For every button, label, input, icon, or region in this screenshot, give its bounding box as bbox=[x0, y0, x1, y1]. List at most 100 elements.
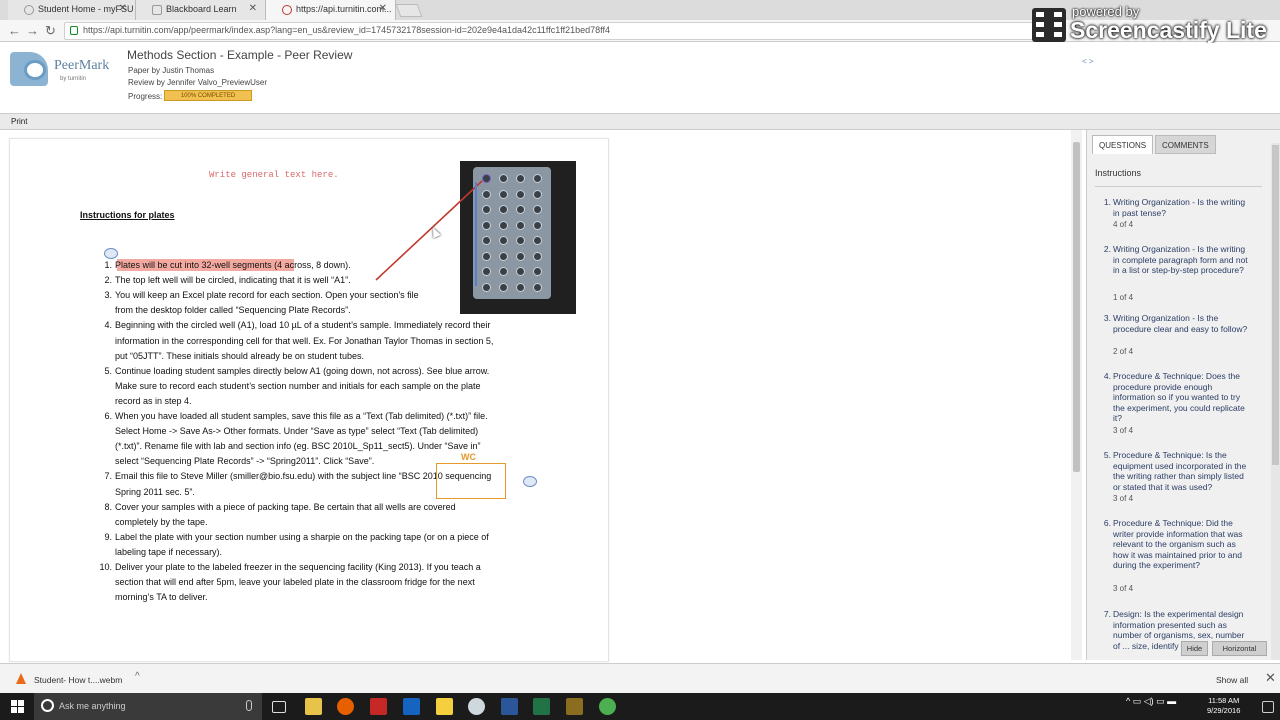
list-text: When you have loaded all student samples… bbox=[115, 411, 488, 421]
chevron-up-icon[interactable]: ^ bbox=[135, 671, 140, 682]
turnitin-byline: by turnitin bbox=[60, 76, 87, 82]
app-icon[interactable] bbox=[468, 698, 485, 715]
app-icon[interactable] bbox=[566, 698, 583, 715]
question-text: Writing Organization - Is the writing in… bbox=[1113, 197, 1246, 218]
turnitin-icon bbox=[282, 5, 292, 15]
tab-comments[interactable]: COMMENTS bbox=[1155, 135, 1216, 154]
show-all-link[interactable]: Show all bbox=[1216, 675, 1248, 685]
list-number: 3. bbox=[104, 290, 112, 301]
close-tab-icon[interactable]: ✕ bbox=[379, 3, 387, 14]
well bbox=[533, 236, 542, 245]
list-text: Label the plate with your section number… bbox=[115, 531, 489, 542]
close-icon[interactable]: ✕ bbox=[1265, 670, 1276, 686]
wc-annotation-box[interactable] bbox=[436, 463, 506, 499]
tab-turnitin[interactable]: https://api.turnitin.com... ✕ bbox=[266, 0, 396, 20]
downloads-bar: Student- How t....webm ^ Show all ✕ bbox=[0, 663, 1280, 693]
well bbox=[516, 220, 525, 230]
close-tab-icon[interactable]: ✕ bbox=[119, 3, 127, 14]
general-comment[interactable]: Write general text here. bbox=[209, 170, 339, 180]
well bbox=[533, 189, 542, 199]
download-item[interactable]: Student- How t....webm bbox=[34, 675, 122, 685]
excel-icon[interactable] bbox=[533, 698, 550, 715]
list-text: from the desktop folder called “Sequenci… bbox=[115, 305, 351, 316]
peermark-logo-mark bbox=[24, 60, 46, 80]
print-bar: Print bbox=[0, 113, 1280, 130]
globe-icon bbox=[24, 5, 34, 15]
outlook-icon[interactable] bbox=[403, 698, 420, 715]
wc-label: WC bbox=[461, 452, 476, 462]
list-text: information in the corresponding cell fo… bbox=[115, 335, 494, 346]
well bbox=[516, 236, 525, 245]
page-nav-arrows[interactable]: < > bbox=[1082, 57, 1094, 66]
vlc-icon bbox=[16, 673, 26, 684]
instructions-link[interactable]: Instructions bbox=[1095, 168, 1141, 178]
question-score: 3 of 4 bbox=[1113, 426, 1134, 435]
horizontal-button[interactable]: Horizontal bbox=[1212, 641, 1267, 656]
app-icon[interactable] bbox=[370, 698, 387, 715]
reviewer: Review by Jennifer Valvo_PreviewUser bbox=[128, 78, 268, 87]
well bbox=[533, 220, 542, 230]
question-number: 7. bbox=[1103, 609, 1111, 619]
list-text: completely by the tape. bbox=[115, 516, 208, 527]
well bbox=[533, 174, 542, 183]
list-text: put “05JTT”. These initials should alrea… bbox=[115, 350, 364, 361]
film-icon bbox=[1032, 8, 1066, 42]
list-text: Beginning with the circled well (A1), lo… bbox=[115, 320, 491, 331]
close-tab-icon[interactable]: ✕ bbox=[249, 3, 257, 14]
list-number: 2. bbox=[104, 275, 112, 286]
list-text: The top left well will be circled, indic… bbox=[115, 275, 351, 286]
question-text: Writing Organization - Is the procedure … bbox=[1113, 313, 1248, 334]
new-tab-button[interactable] bbox=[395, 4, 423, 17]
question-text: Procedure & Technique: Did the writer pr… bbox=[1113, 518, 1243, 570]
clock[interactable]: 11:58 AM 9/29/2016 bbox=[1207, 696, 1240, 716]
well bbox=[533, 282, 542, 292]
lock-icon bbox=[70, 26, 78, 35]
page-title: Methods Section - Example - Peer Review bbox=[127, 48, 353, 62]
firefox-icon[interactable] bbox=[337, 698, 354, 715]
tab-questions[interactable]: QUESTIONS bbox=[1092, 135, 1154, 154]
file-explorer-icon[interactable] bbox=[305, 698, 322, 715]
sticky-notes-icon[interactable] bbox=[436, 698, 453, 715]
search-box[interactable]: Ask me anything bbox=[34, 693, 262, 720]
print-button[interactable]: Print bbox=[11, 117, 27, 126]
progress-label: Progress: bbox=[128, 92, 163, 101]
system-tray-icons[interactable]: ^ ▭ ◁) ▭ ▬ bbox=[1126, 696, 1176, 707]
well bbox=[516, 174, 525, 183]
notifications-icon[interactable] bbox=[1262, 701, 1274, 713]
blackboard-icon bbox=[152, 5, 162, 15]
list-text: Cover your samples with a piece of packi… bbox=[115, 501, 456, 512]
tab-student-home[interactable]: Student Home - myFSU ✕ bbox=[8, 0, 136, 20]
windows-start-icon[interactable] bbox=[11, 700, 25, 714]
reload-icon[interactable]: ↻ bbox=[45, 23, 56, 39]
well bbox=[533, 251, 542, 261]
microphone-icon[interactable] bbox=[246, 700, 252, 711]
question-score: 3 of 4 bbox=[1113, 584, 1134, 593]
list-number: 1. bbox=[104, 260, 112, 270]
progress-bar: 100% COMPLETED bbox=[164, 90, 252, 101]
list-text: Select Home -> Save As-> Other formats. … bbox=[115, 426, 479, 437]
well bbox=[516, 189, 525, 199]
list-text: Continue loading student samples directl… bbox=[115, 365, 490, 376]
cortana-icon bbox=[41, 699, 54, 712]
list-number: 6. bbox=[104, 411, 112, 421]
chrome-icon[interactable] bbox=[599, 698, 616, 715]
forward-icon[interactable]: → bbox=[26, 23, 39, 38]
panel-scrollbar[interactable] bbox=[1271, 143, 1280, 660]
well bbox=[516, 267, 525, 276]
question-text: Writing Organization - Is the writing in… bbox=[1113, 244, 1248, 275]
tab-blackboard[interactable]: Blackboard Learn ✕ bbox=[136, 0, 266, 20]
document-scrollbar[interactable] bbox=[1071, 130, 1082, 660]
word-icon[interactable] bbox=[501, 698, 518, 715]
question-score: 2 of 4 bbox=[1113, 347, 1134, 356]
taskbar: Ask me anything ^ ▭ ◁) ▭ ▬ 11:58 AM 9/29… bbox=[0, 693, 1280, 720]
comment-bubble-icon[interactable] bbox=[523, 476, 537, 487]
list-number: 10. bbox=[99, 562, 112, 572]
well bbox=[516, 205, 525, 214]
address-bar[interactable]: https://api.turnitin.com/app/peermark/in… bbox=[64, 22, 1034, 40]
hide-button[interactable]: Hide bbox=[1181, 641, 1208, 656]
back-icon[interactable]: ← bbox=[8, 23, 21, 38]
list-text: morning’s TA to deliver. bbox=[115, 592, 208, 603]
task-view-icon[interactable] bbox=[272, 701, 286, 713]
question-number: 1. bbox=[1103, 197, 1111, 207]
well bbox=[499, 205, 508, 214]
